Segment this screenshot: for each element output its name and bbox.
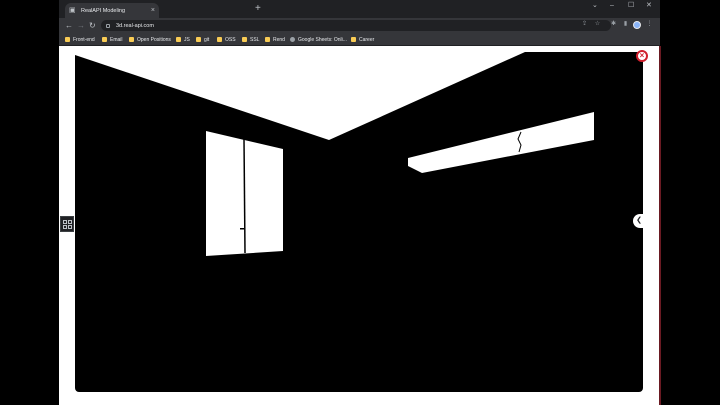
window-edge-accent bbox=[659, 46, 661, 405]
bookmark-label: Google Sheets: Onli... bbox=[298, 36, 347, 43]
bookmark-label: Open Positions bbox=[137, 36, 171, 43]
extensions-puzzle-icon[interactable]: ✱ bbox=[610, 21, 617, 28]
tab-favicon-icon: ▣ bbox=[69, 7, 76, 14]
folder-icon bbox=[265, 37, 270, 42]
back-arrow-icon[interactable]: ← bbox=[65, 20, 73, 31]
bookmark-label: SSL bbox=[250, 36, 260, 43]
bookmark-item[interactable]: Rend bbox=[265, 36, 285, 43]
grid-icon bbox=[68, 220, 72, 224]
folder-icon bbox=[65, 37, 70, 42]
address-bar[interactable]: 3d.real-api.com bbox=[101, 20, 611, 31]
bookmark-item[interactable]: JS bbox=[176, 36, 190, 43]
panel-collapse-chevron-icon[interactable]: ❮ bbox=[633, 214, 645, 228]
bookmark-label: Rend bbox=[273, 36, 285, 43]
profile-avatar[interactable] bbox=[633, 21, 641, 29]
forward-arrow-icon[interactable]: → bbox=[77, 20, 85, 31]
tab-close-icon[interactable]: × bbox=[151, 7, 155, 14]
new-tab-button[interactable]: + bbox=[255, 3, 261, 15]
menu-kebab-icon[interactable]: ⋮ bbox=[646, 21, 653, 28]
globe-icon bbox=[290, 37, 295, 42]
window-close-button[interactable]: ✕ bbox=[646, 1, 652, 11]
browser-window: ▣ RealAPI Modeling × + ⌄ – ☐ ✕ ← → ↻ 3d.… bbox=[59, 0, 660, 405]
side-panel-icon[interactable]: ▮ bbox=[622, 21, 629, 28]
bookmark-label: Front-end bbox=[73, 36, 95, 43]
close-viewer-button[interactable]: × bbox=[636, 50, 648, 62]
bookmark-label: git bbox=[204, 36, 210, 43]
bookmark-label: JS bbox=[184, 36, 190, 43]
folder-icon bbox=[129, 37, 134, 42]
maximize-button[interactable]: ☐ bbox=[628, 1, 634, 11]
folder-icon bbox=[176, 37, 181, 42]
bookmark-item[interactable]: Career bbox=[351, 36, 374, 43]
folder-icon bbox=[102, 37, 107, 42]
tab-strip: ▣ RealAPI Modeling × + ⌄ – ☐ ✕ bbox=[59, 0, 660, 18]
bookmark-item[interactable]: git bbox=[196, 36, 209, 43]
grid-menu-button[interactable] bbox=[60, 216, 74, 232]
tab-realapi-modeling[interactable]: ▣ RealAPI Modeling × bbox=[65, 3, 159, 18]
folder-icon bbox=[351, 37, 356, 42]
bookmark-item[interactable]: Google Sheets: Onli... bbox=[290, 36, 347, 43]
folder-icon bbox=[242, 37, 247, 42]
bookmark-item[interactable]: OSS bbox=[217, 36, 236, 43]
folder-icon bbox=[217, 37, 222, 42]
bookmark-item[interactable]: Front-end bbox=[65, 36, 95, 43]
window-handle bbox=[240, 228, 244, 230]
bookmark-label: Career bbox=[359, 36, 375, 43]
room-render bbox=[75, 52, 643, 392]
minimize-button[interactable]: – bbox=[610, 1, 614, 11]
folder-icon bbox=[196, 37, 201, 42]
tab-search-chevron-icon[interactable]: ⌄ bbox=[592, 1, 598, 11]
grid-icon bbox=[63, 225, 67, 229]
bookmark-label: Email bbox=[110, 36, 123, 43]
page-content: × ❮ bbox=[59, 46, 660, 405]
bookmarks-bar: Front-end Email Open Positions JS git OS… bbox=[59, 33, 660, 46]
share-icon[interactable]: ⇪ bbox=[581, 21, 588, 28]
grid-icon bbox=[63, 220, 67, 224]
window-mullion bbox=[243, 138, 246, 254]
lock-icon bbox=[106, 23, 110, 28]
grid-icon bbox=[68, 225, 72, 229]
bookmark-item[interactable]: Email bbox=[102, 36, 123, 43]
url-text: 3d.real-api.com bbox=[116, 22, 154, 29]
bookmark-item[interactable]: SSL bbox=[242, 36, 259, 43]
bookmark-star-icon[interactable]: ☆ bbox=[594, 21, 601, 28]
bookmark-item[interactable]: Open Positions bbox=[129, 36, 171, 43]
tab-title: RealAPI Modeling bbox=[81, 7, 126, 14]
3d-room-viewport[interactable] bbox=[75, 52, 643, 392]
reload-icon[interactable]: ↻ bbox=[89, 20, 96, 31]
bookmark-label: OSS bbox=[225, 36, 236, 43]
browser-toolbar: ← → ↻ 3d.real-api.com ⇪ ☆ ✱ ▮ ⋮ bbox=[59, 18, 660, 33]
